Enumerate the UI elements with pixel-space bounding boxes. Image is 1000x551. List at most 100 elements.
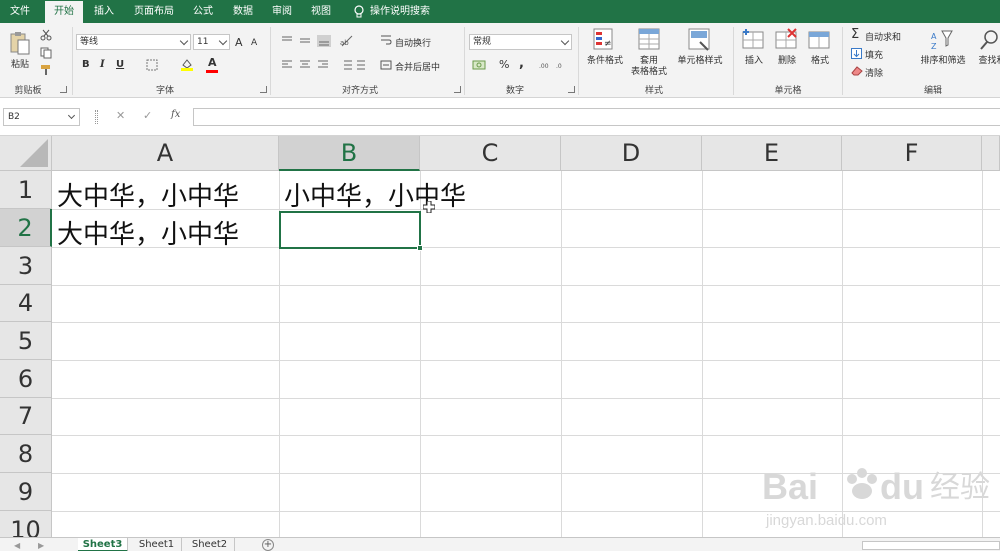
row-header-5[interactable]: 5 bbox=[0, 322, 52, 360]
horizontal-scrollbar[interactable] bbox=[862, 541, 1000, 550]
format-painter-icon[interactable] bbox=[40, 64, 52, 76]
merge-center-button[interactable]: 合并后居中 bbox=[395, 60, 440, 73]
tab-view[interactable]: 视图 bbox=[304, 0, 338, 23]
delete-cells-icon[interactable] bbox=[775, 28, 799, 54]
cut-icon[interactable] bbox=[40, 29, 52, 41]
format-cells-button[interactable]: 格式 bbox=[803, 56, 837, 67]
copy-icon[interactable] bbox=[40, 47, 54, 59]
indent-icons[interactable] bbox=[339, 59, 369, 71]
font-launcher-icon[interactable] bbox=[260, 86, 267, 93]
row-header-8[interactable]: 8 bbox=[0, 435, 52, 473]
tab-page-layout[interactable]: 页面布局 bbox=[128, 0, 180, 23]
tab-file[interactable]: 文件 bbox=[0, 0, 40, 23]
row-header-7[interactable]: 7 bbox=[0, 398, 52, 435]
chevron-down-icon bbox=[179, 36, 189, 46]
find-icon[interactable] bbox=[979, 29, 1000, 55]
conditional-format-button[interactable]: 条件格式 bbox=[584, 56, 626, 67]
column-header-d[interactable]: D bbox=[561, 136, 702, 171]
clear-button[interactable]: 清除 bbox=[865, 66, 883, 79]
merge-center-icon[interactable] bbox=[380, 59, 392, 71]
sheet-tab-sheet1[interactable]: Sheet1 bbox=[132, 538, 182, 551]
insert-function-button[interactable]: fx bbox=[171, 109, 180, 120]
sheet-tab-sheet2[interactable]: Sheet2 bbox=[185, 538, 235, 551]
autosum-button[interactable]: 自动求和 bbox=[865, 30, 901, 43]
fill-color-icon[interactable] bbox=[180, 57, 194, 71]
row-header-2[interactable]: 2 bbox=[0, 209, 52, 247]
paste-icon[interactable] bbox=[9, 30, 31, 56]
prev-sheet-icon[interactable]: ◀ bbox=[14, 541, 20, 550]
borders-icon[interactable] bbox=[146, 59, 158, 71]
tab-home[interactable]: 开始 bbox=[45, 1, 83, 23]
row-header-3[interactable]: 3 bbox=[0, 247, 52, 285]
column-header-g[interactable] bbox=[982, 136, 1000, 171]
clipboard-launcher-icon[interactable] bbox=[60, 86, 67, 93]
cell-b1[interactable]: 小中华，小中华 bbox=[284, 176, 466, 213]
insert-cells-button[interactable]: 插入 bbox=[737, 56, 771, 67]
lightbulb-icon[interactable] bbox=[353, 5, 365, 19]
insert-cells-icon[interactable] bbox=[742, 28, 766, 54]
font-name-select[interactable]: 等线 bbox=[76, 34, 191, 50]
decimal-icons[interactable]: .00 .0 bbox=[538, 59, 572, 71]
table-format-icon[interactable] bbox=[638, 28, 662, 54]
row-header-6[interactable]: 6 bbox=[0, 360, 52, 398]
tab-review[interactable]: 审阅 bbox=[265, 0, 299, 23]
bold-button[interactable]: B bbox=[82, 59, 90, 70]
vertical-align-icons[interactable] bbox=[280, 34, 336, 48]
cell-styles-icon[interactable] bbox=[688, 28, 712, 54]
wrap-text-button[interactable]: 自动换行 bbox=[395, 36, 431, 49]
row-header-9[interactable]: 9 bbox=[0, 473, 52, 511]
tab-formulas[interactable]: 公式 bbox=[186, 0, 220, 23]
percent-button[interactable]: % bbox=[499, 58, 509, 71]
fill-handle[interactable] bbox=[417, 245, 423, 251]
column-header-b[interactable]: B bbox=[279, 136, 420, 171]
font-color-button[interactable]: A bbox=[208, 56, 217, 69]
delete-cells-button[interactable]: 删除 bbox=[770, 56, 804, 67]
fill-down-icon[interactable] bbox=[851, 48, 862, 59]
wrap-text-icon[interactable] bbox=[380, 34, 392, 46]
cell-b2[interactable] bbox=[279, 211, 421, 249]
cancel-icon[interactable]: ✕ bbox=[116, 109, 125, 122]
name-box[interactable]: B2 bbox=[3, 108, 80, 126]
format-cells-icon[interactable] bbox=[808, 28, 832, 54]
formula-bar-grip[interactable] bbox=[95, 110, 98, 124]
sort-filter-button[interactable]: 排序和筛选 bbox=[915, 56, 971, 67]
column-header-f[interactable]: F bbox=[842, 136, 982, 171]
row-header-4[interactable]: 4 bbox=[0, 285, 52, 322]
underline-button[interactable]: U bbox=[116, 59, 124, 70]
cell-styles-button[interactable]: 单元格样式 bbox=[674, 56, 726, 67]
tab-insert[interactable]: 插入 bbox=[86, 0, 122, 23]
sort-filter-icon[interactable]: AZ bbox=[930, 29, 954, 55]
eraser-icon[interactable] bbox=[851, 65, 863, 76]
add-sheet-button[interactable]: + bbox=[262, 539, 274, 551]
tell-me-search[interactable]: 操作说明搜索 bbox=[370, 0, 436, 23]
table-format-button[interactable]: 套用 表格格式 bbox=[624, 56, 674, 78]
number-launcher-icon[interactable] bbox=[568, 86, 575, 93]
conditional-format-icon[interactable]: ≠ bbox=[593, 28, 617, 54]
find-select-button[interactable]: 查找和 bbox=[972, 56, 1000, 67]
horizontal-align-icons[interactable] bbox=[280, 59, 336, 71]
fill-button[interactable]: 填充 bbox=[865, 48, 883, 61]
row-header-10[interactable]: 10 bbox=[0, 511, 52, 537]
sigma-icon[interactable]: Σ bbox=[851, 27, 859, 42]
select-all-button[interactable] bbox=[0, 136, 52, 171]
alignment-launcher-icon[interactable] bbox=[454, 86, 461, 93]
italic-button[interactable]: I bbox=[100, 59, 105, 70]
orientation-icon[interactable]: ab bbox=[339, 34, 359, 48]
column-header-a[interactable]: A bbox=[52, 136, 279, 171]
row-header-1[interactable]: 1 bbox=[0, 171, 52, 209]
enter-icon[interactable]: ✓ bbox=[143, 109, 152, 122]
column-header-c[interactable]: C bbox=[420, 136, 561, 171]
next-sheet-icon[interactable]: ▶ bbox=[38, 541, 44, 550]
font-size-select[interactable]: 11 bbox=[193, 34, 230, 50]
tab-data[interactable]: 数据 bbox=[226, 0, 260, 23]
number-format-select[interactable]: 常规 bbox=[469, 34, 572, 50]
shrink-font-button[interactable]: A bbox=[251, 38, 257, 48]
cell-a2[interactable]: 大中华，小中华 bbox=[57, 214, 239, 251]
column-header-e[interactable]: E bbox=[702, 136, 842, 171]
formula-input[interactable] bbox=[193, 108, 1000, 126]
comma-button[interactable]: , bbox=[519, 56, 524, 71]
currency-icon[interactable] bbox=[472, 59, 490, 71]
grow-font-button[interactable]: A bbox=[235, 36, 243, 49]
cell-a1[interactable]: 大中华，小中华 bbox=[57, 176, 239, 213]
sheet-tab-sheet3[interactable]: Sheet3 bbox=[78, 538, 128, 551]
